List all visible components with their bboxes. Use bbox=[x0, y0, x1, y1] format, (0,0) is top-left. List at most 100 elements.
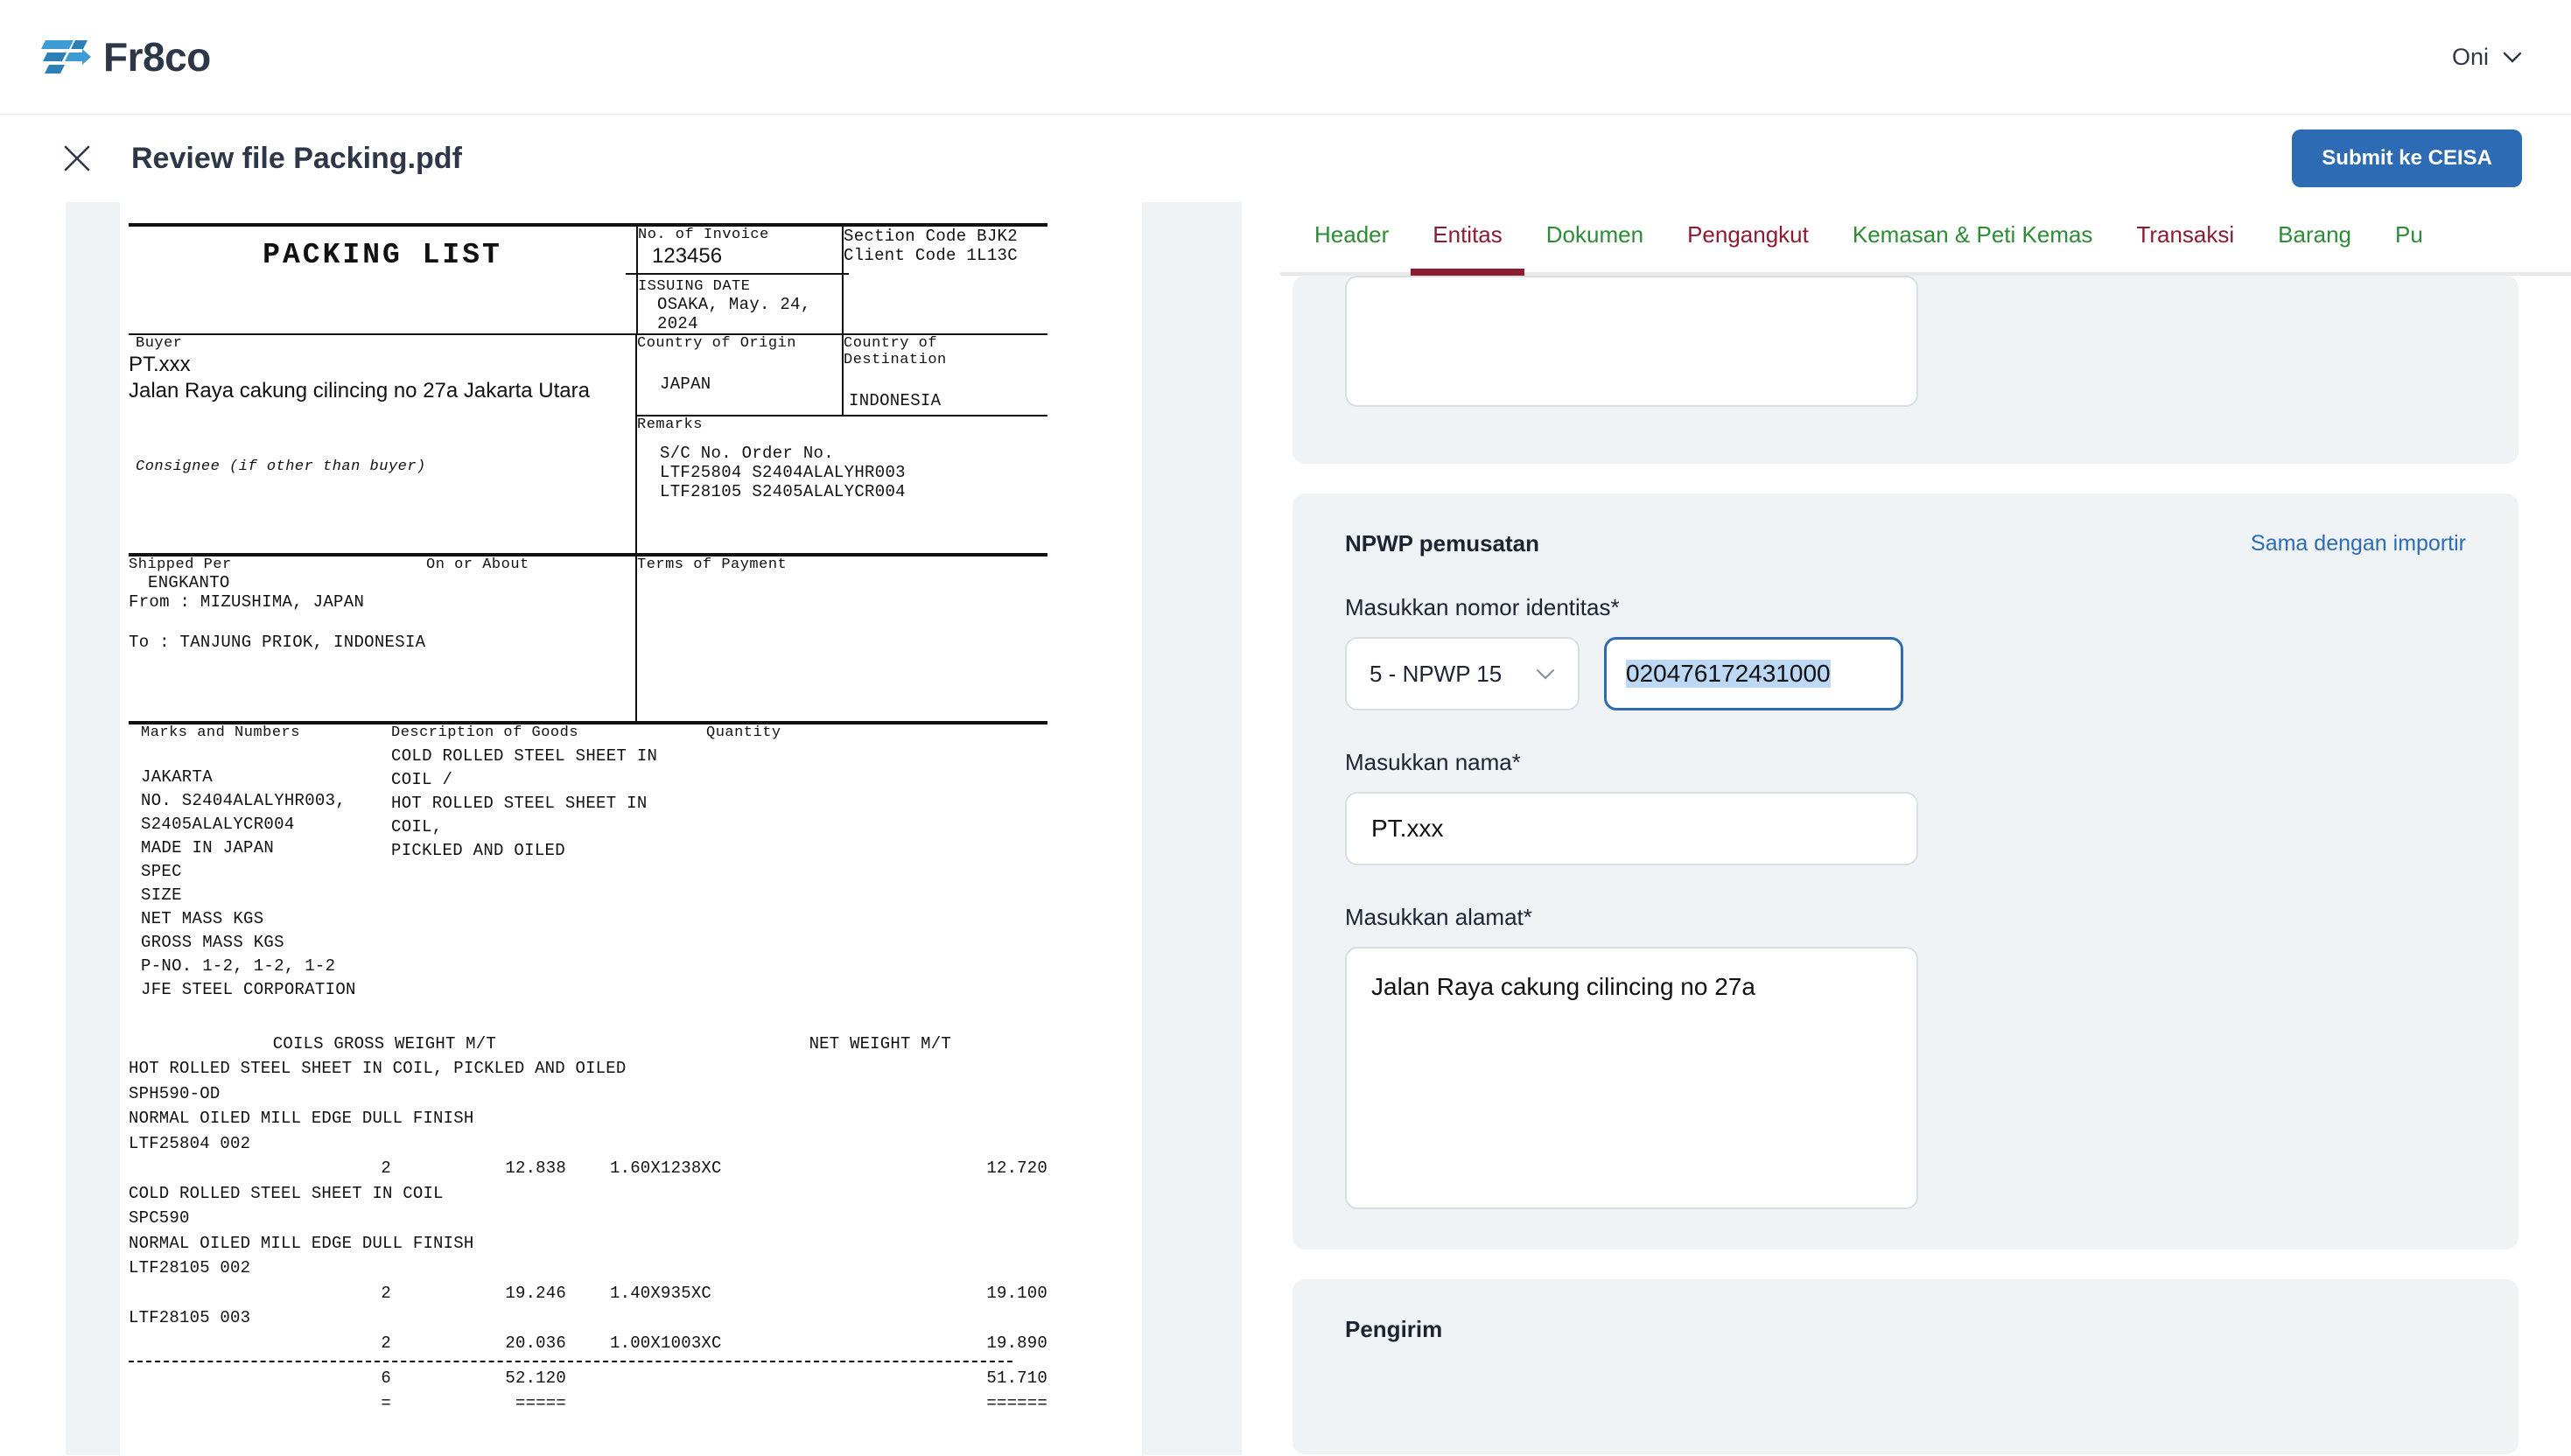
submit-ke-ceisa-button[interactable]: Submit ke CEISA bbox=[2292, 130, 2522, 187]
invoice-cell: No. of Invoice 123456 ISSUING DATE OSAKA… bbox=[637, 227, 843, 333]
net-weight: 12.720 bbox=[785, 1156, 1047, 1181]
tab-header[interactable]: Header bbox=[1293, 202, 1411, 268]
brand-logo-group[interactable]: Fr8co bbox=[40, 33, 211, 80]
quantity-header-cell: Quantity bbox=[706, 723, 1047, 741]
section-code: Section Code BJK2 bbox=[844, 227, 1047, 246]
npwp-card-header: NPWP pemusatan Sama dengan importir bbox=[1345, 530, 2466, 557]
gross-weight: 20.036 bbox=[391, 1331, 566, 1356]
remarks-cell: Remarks S/C No. Order No. LTF25804 S2404… bbox=[637, 416, 1047, 501]
totals-underline-row: = ===== ====== bbox=[129, 1391, 1047, 1417]
weight-row-ref: LTF28105 003 bbox=[129, 1306, 1047, 1331]
remarks-lines: LTF25804 S2404ALALYHR003 LTF28105 S2405A… bbox=[637, 463, 1047, 501]
net-weight-header: NET WEIGHT M/T bbox=[496, 1032, 951, 1057]
invoice-number: 123456 bbox=[652, 244, 722, 268]
tab-barang[interactable]: Barang bbox=[2256, 202, 2373, 268]
totals-row: 6 52.120 51.710 bbox=[129, 1366, 1047, 1391]
fr8co-logo-icon bbox=[40, 37, 91, 77]
invoice-label: No. of Invoice bbox=[638, 227, 769, 243]
codes-cell: Section Code BJK2 Client Code 1L13C bbox=[843, 227, 1047, 333]
identity-number-label: Masukkan nomor identitas* bbox=[1345, 594, 2466, 621]
address-value: Jalan Raya cakung cilincing no 27a bbox=[1371, 973, 1755, 1000]
chevron-down-icon bbox=[1536, 668, 1555, 680]
buyer-address: Jalan Raya cakung cilincing no 27a Jakar… bbox=[129, 378, 635, 404]
coil-size: 1.00X1003XC bbox=[566, 1331, 785, 1356]
terms-label: Terms of Payment bbox=[637, 556, 1047, 573]
quantity-label: Quantity bbox=[706, 724, 1047, 741]
description-label: Description of Goods bbox=[391, 724, 706, 741]
tab-pengangkut[interactable]: Pengangkut bbox=[1665, 202, 1831, 268]
net-weight: 19.890 bbox=[785, 1331, 1047, 1356]
total-gross: 52.120 bbox=[391, 1366, 566, 1391]
destination-cell: Country of Destination INDONESIA bbox=[843, 335, 1047, 416]
totals-divider bbox=[129, 1361, 1012, 1362]
user-menu[interactable]: Oni bbox=[2452, 44, 2522, 71]
from-line: From : MIZUSHIMA, JAPAN bbox=[129, 592, 426, 612]
terms-cell: Terms of Payment bbox=[636, 555, 1047, 721]
origin-value: JAPAN bbox=[637, 374, 842, 394]
weight-group-desc: COLD ROLLED STEEL SHEET IN COIL SPC590 N… bbox=[129, 1181, 1047, 1256]
origin-cell: Country of Origin JAPAN bbox=[637, 335, 843, 416]
buyer-label: Buyer bbox=[129, 335, 635, 352]
gross-weight: 19.246 bbox=[391, 1281, 566, 1306]
shipped-per-value: ENGKANTO bbox=[129, 573, 426, 592]
coil-size: 1.60X1238XC bbox=[566, 1156, 785, 1181]
identity-type-select[interactable]: 5 - NPWP 15 bbox=[1345, 637, 1580, 710]
remarks-label: Remarks bbox=[637, 416, 1047, 433]
chevron-down-icon bbox=[2503, 52, 2522, 63]
total-coils: 6 bbox=[129, 1366, 391, 1391]
origin-remarks-cell: Country of Origin JAPAN Country of Desti… bbox=[636, 334, 1047, 553]
npwp-pemusatan-card: NPWP pemusatan Sama dengan importir Masu… bbox=[1293, 494, 2518, 1250]
shipped-per-label: Shipped Per bbox=[129, 556, 426, 573]
issuing-date-value: OSAKA, May. 24, 2024 bbox=[638, 295, 842, 333]
coils-gross-header: COILS GROSS WEIGHT M/T bbox=[129, 1032, 496, 1057]
tab-transaksi[interactable]: Transaksi bbox=[2114, 202, 2256, 268]
on-or-about-cell: On or About bbox=[426, 555, 636, 721]
coils-count: 2 bbox=[129, 1281, 391, 1306]
issuing-date-label: ISSUING DATE bbox=[638, 278, 750, 295]
shipped-per-cell: Shipped Per ENGKANTO From : MIZUSHIMA, J… bbox=[129, 555, 426, 721]
identity-number-value: 020476172431000 bbox=[1626, 660, 1831, 688]
weight-row: 2 19.246 1.40X935XC 19.100 bbox=[129, 1281, 1047, 1306]
name-label: Masukkan nama* bbox=[1345, 749, 2466, 776]
close-icon[interactable] bbox=[61, 143, 93, 174]
total-net: 51.710 bbox=[785, 1366, 1047, 1391]
document-title: PACKING LIST bbox=[129, 227, 636, 280]
address-textarea[interactable]: Jalan Raya cakung cilincing no 27a bbox=[1345, 947, 1918, 1209]
destination-label: Country of Destination bbox=[844, 335, 1047, 368]
weights-block: COILS GROSS WEIGHT M/T NET WEIGHT M/T HO… bbox=[129, 1032, 1047, 1417]
description-text: COLD ROLLED STEEL SHEET IN COIL / HOT RO… bbox=[391, 741, 706, 1002]
client-code: Client Code 1L13C bbox=[844, 246, 1047, 265]
packing-list-header-table: PACKING LIST No. of Invoice 123456 ISSUI… bbox=[129, 227, 1047, 333]
pengirim-card: Pengirim bbox=[1293, 1279, 2518, 1454]
identity-number-input[interactable]: 020476172431000 bbox=[1604, 637, 1903, 710]
pengirim-card-title: Pengirim bbox=[1345, 1316, 1442, 1343]
tab-dokumen[interactable]: Dokumen bbox=[1524, 202, 1665, 268]
tab-pu-truncated[interactable]: Pu bbox=[2373, 202, 2445, 268]
buyer-name: PT.xxx bbox=[129, 352, 635, 378]
tab-entitas[interactable]: Entitas bbox=[1411, 202, 1524, 268]
previous-card-textarea[interactable] bbox=[1345, 276, 1918, 407]
description-header-cell: Description of Goods bbox=[391, 723, 706, 741]
destination-value: INDONESIA bbox=[844, 391, 1047, 410]
weight-row: 2 20.036 1.00X1003XC 19.890 bbox=[129, 1331, 1047, 1356]
remarks-head: S/C No. Order No. bbox=[637, 444, 1047, 463]
marks-label: Marks and Numbers bbox=[129, 724, 391, 741]
gross-weight: 12.838 bbox=[391, 1156, 566, 1181]
top-brand-bar: Fr8co Oni bbox=[0, 0, 2571, 115]
on-or-about-label: On or About bbox=[426, 556, 635, 573]
pdf-page: PACKING LIST No. of Invoice 123456 ISSUI… bbox=[120, 202, 1142, 1455]
goods-header-table: Marks and Numbers Description of Goods Q… bbox=[129, 721, 1047, 741]
goods-block: JAKARTA NO. S2404ALALYHR003, S2405ALALYC… bbox=[129, 741, 1047, 1002]
sama-dengan-importir-link[interactable]: Sama dengan importir bbox=[2251, 531, 2466, 556]
pdf-viewer-pane[interactable]: PACKING LIST No. of Invoice 123456 ISSUI… bbox=[66, 202, 1242, 1455]
name-input[interactable]: PT.xxx bbox=[1345, 792, 1918, 865]
entity-tabs: Header Entitas Dokumen Pengangkut Kemasa… bbox=[1280, 202, 2571, 268]
page-title: Review file Packing.pdf bbox=[131, 142, 462, 176]
tab-kemasan-peti-kemas[interactable]: Kemasan & Peti Kemas bbox=[1831, 202, 2115, 268]
packing-list-document: PACKING LIST No. of Invoice 123456 ISSUI… bbox=[120, 223, 1142, 1416]
form-scroll-area[interactable]: NPWP pemusatan Sama dengan importir Masu… bbox=[1280, 276, 2571, 1455]
consignee-label: Consignee (if other than buyer) bbox=[129, 458, 635, 475]
to-line: To : TANJUNG PRIOK, INDONESIA bbox=[129, 633, 426, 652]
marks-text: JAKARTA NO. S2404ALALYHR003, S2405ALALYC… bbox=[129, 741, 391, 1002]
coils-count: 2 bbox=[129, 1331, 391, 1356]
